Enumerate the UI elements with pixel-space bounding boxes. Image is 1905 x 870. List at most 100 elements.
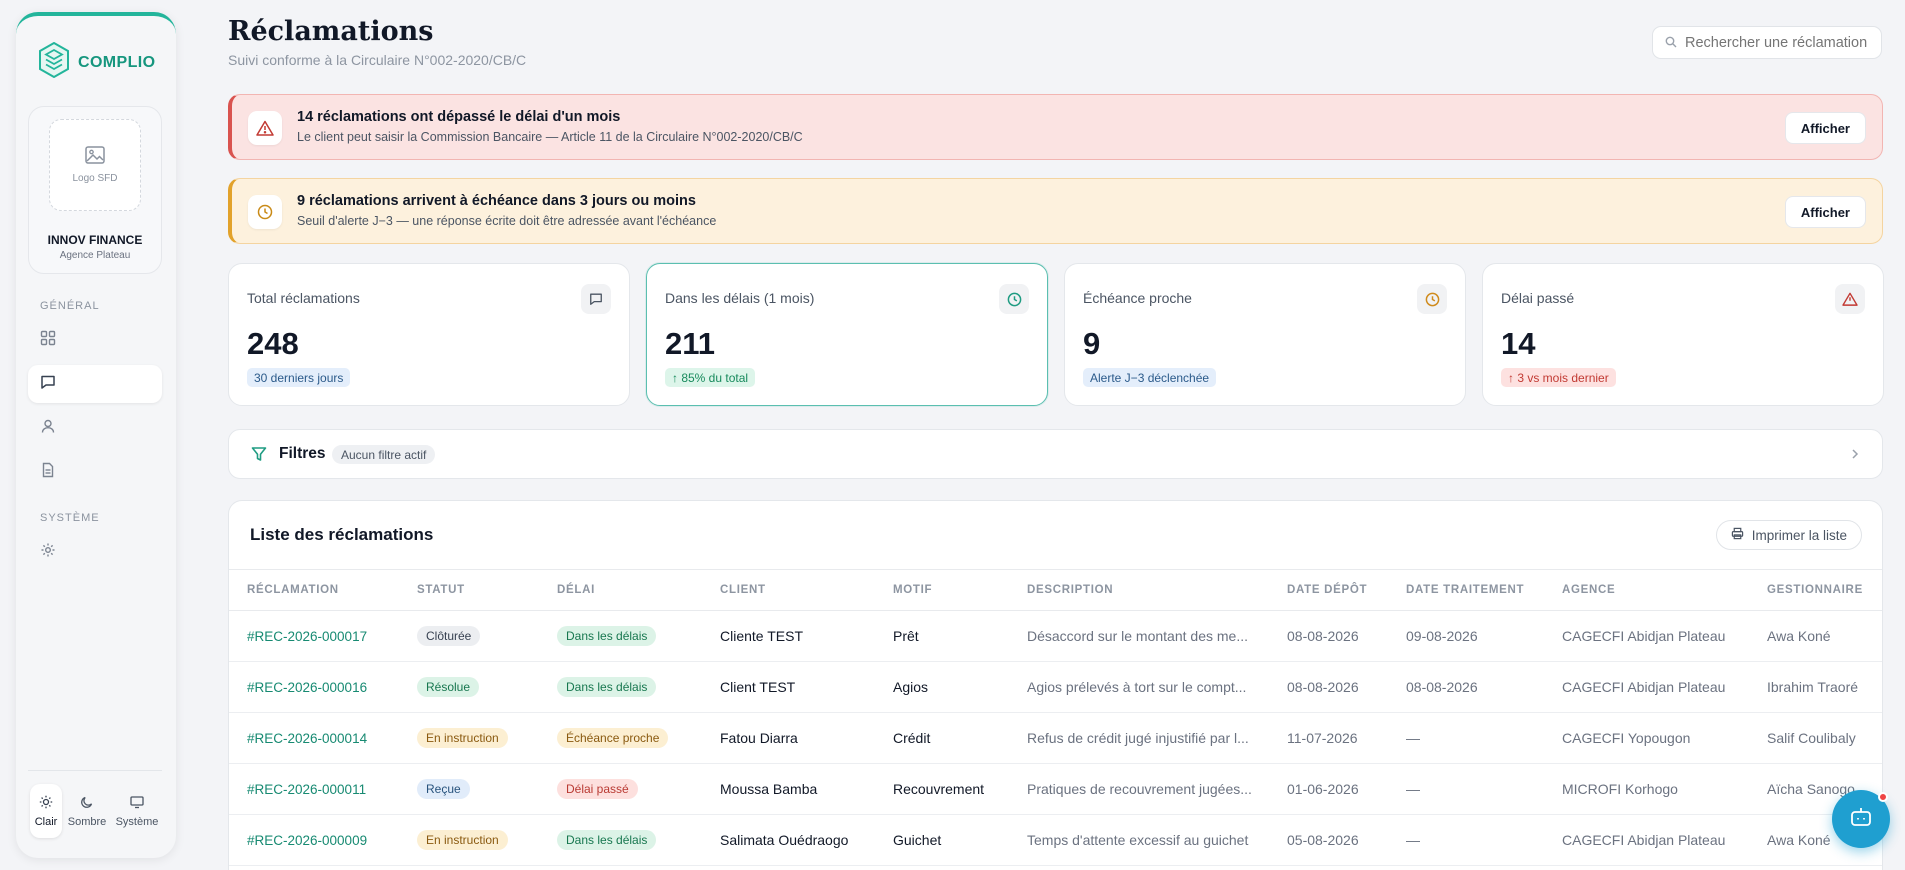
delay-cell: Échéance proche bbox=[539, 712, 702, 764]
reclamation-link[interactable]: #REC-2026-000014 bbox=[229, 712, 399, 764]
due-soon-alert-text: Seuil d'alerte J−3 — une réponse écrite … bbox=[297, 214, 717, 228]
delay-badge: Dans les délais bbox=[557, 830, 657, 850]
description-cell: Pratiques de recouvrement jugées... bbox=[1009, 763, 1269, 815]
filters-bar[interactable]: Filtres Aucun filtre actif bbox=[228, 429, 1883, 479]
gestionnaire-cell: Awa Koné bbox=[1749, 610, 1882, 662]
status-cell: Reçue bbox=[399, 763, 539, 815]
date-traitement-cell: 09-08-2026 bbox=[1388, 610, 1544, 662]
message-icon bbox=[40, 374, 56, 395]
theme-light-label: Clair bbox=[34, 815, 58, 828]
delay-cell: Dans les délais bbox=[539, 661, 702, 713]
clock-icon bbox=[999, 284, 1029, 314]
column-header[interactable]: CLIENT bbox=[702, 569, 875, 611]
column-header[interactable]: DÉLAI bbox=[539, 569, 702, 611]
column-header[interactable]: MOTIF bbox=[875, 569, 1009, 611]
due-soon-show-button[interactable]: Afficher bbox=[1784, 196, 1866, 228]
table-row[interactable]: #REC-2026-000016 Résolue Dans les délais… bbox=[229, 661, 1882, 713]
delay-cell: Délai passé bbox=[539, 763, 702, 815]
delay-badge: Dans les délais bbox=[557, 677, 657, 697]
description-cell: Agios prélevés à tort sur le compt... bbox=[1009, 661, 1269, 713]
column-header[interactable]: RÉCLAMATION bbox=[229, 569, 399, 611]
overdue-alert-text: Le client peut saisir la Commission Banc… bbox=[297, 130, 803, 144]
table-row[interactable]: #REC-2026-000009 En instruction Dans les… bbox=[229, 814, 1882, 866]
warning-icon bbox=[1835, 284, 1865, 314]
search-icon bbox=[1665, 35, 1677, 51]
complio-logo-icon bbox=[38, 41, 70, 83]
description-cell: Refus de crédit jugé injustifié par l... bbox=[1009, 712, 1269, 764]
date-traitement-cell: 08-08-2026 bbox=[1388, 661, 1544, 713]
table-row[interactable]: #REC-2026-000017 Clôturée Dans les délai… bbox=[229, 610, 1882, 662]
stat-note: Alerte J−3 déclenchée bbox=[1083, 368, 1217, 387]
date-traitement-cell: — bbox=[1388, 814, 1544, 866]
date-traitement-cell: — bbox=[1388, 712, 1544, 764]
overdue-show-button[interactable]: Afficher bbox=[1784, 112, 1866, 144]
reclamations-table: RÉCLAMATION STATUT DÉLAI CLIENT MOTIF DE… bbox=[229, 569, 1882, 866]
reclamation-link[interactable]: #REC-2026-000017 bbox=[229, 610, 399, 662]
filter-icon bbox=[251, 446, 267, 467]
motif-cell: Guichet bbox=[875, 814, 1009, 866]
search-box[interactable] bbox=[1652, 26, 1882, 59]
printer-icon bbox=[1731, 527, 1744, 543]
column-header[interactable]: AGENCE bbox=[1544, 569, 1749, 611]
page-subtitle: Suivi conforme à la Circulaire N°002-202… bbox=[228, 52, 527, 68]
column-header[interactable]: DATE TRAITEMENT bbox=[1388, 569, 1544, 611]
section-system-label: SYSTÈME bbox=[40, 512, 100, 524]
motif-cell: Prêt bbox=[875, 610, 1009, 662]
stat-card-on-time[interactable]: Dans les délais (1 mois) 211 ↑ 85% du to… bbox=[646, 263, 1048, 406]
status-cell: En instruction bbox=[399, 814, 539, 866]
due-soon-alert: 9 réclamations arrivent à échéance dans … bbox=[228, 178, 1883, 244]
warning-icon bbox=[248, 111, 282, 145]
overdue-alert-title: 14 réclamations ont dépassé le délai d'u… bbox=[297, 109, 621, 125]
column-header[interactable]: DATE DÉPÔT bbox=[1269, 569, 1388, 611]
column-header[interactable]: DESCRIPTION bbox=[1009, 569, 1269, 611]
sidebar-item-reports[interactable] bbox=[28, 453, 162, 491]
print-list-button[interactable]: Imprimer la liste bbox=[1715, 520, 1862, 550]
stat-note: ↑ 3 vs mois dernier bbox=[1501, 368, 1616, 387]
assistant-button[interactable] bbox=[1832, 790, 1890, 848]
stat-card-total[interactable]: Total réclamations 248 30 derniers jours bbox=[228, 263, 630, 406]
theme-dark-button[interactable]: Sombre bbox=[62, 784, 112, 838]
date-traitement-cell: — bbox=[1388, 763, 1544, 815]
logo-upload[interactable]: Logo SFD bbox=[49, 119, 141, 211]
theme-system-button[interactable]: Système bbox=[112, 784, 162, 838]
theme-light-button[interactable]: Clair bbox=[30, 784, 62, 838]
status-cell: Clôturée bbox=[399, 610, 539, 662]
gestionnaire-cell: Ibrahim Traoré bbox=[1749, 661, 1882, 713]
page-title: Réclamations bbox=[228, 16, 434, 47]
sidebar-item-dashboard[interactable] bbox=[28, 321, 162, 359]
organization-name: INNOV FINANCE bbox=[47, 233, 143, 247]
notification-dot bbox=[1878, 792, 1888, 802]
stat-card-due-soon[interactable]: Échéance proche 9 Alerte J−3 déclenchée bbox=[1064, 263, 1466, 406]
sidebar-item-clients[interactable] bbox=[28, 409, 162, 447]
status-badge: Reçue bbox=[417, 779, 470, 799]
due-soon-alert-title: 9 réclamations arrivent à échéance dans … bbox=[297, 193, 696, 209]
section-general-label: GÉNÉRAL bbox=[40, 300, 100, 312]
reclamation-link[interactable]: #REC-2026-000016 bbox=[229, 661, 399, 713]
theme-system-label: Système bbox=[115, 815, 159, 828]
table-row[interactable]: #REC-2026-000014 En instruction Échéance… bbox=[229, 712, 1882, 764]
reclamation-link[interactable]: #REC-2026-000009 bbox=[229, 814, 399, 866]
document-icon bbox=[40, 462, 56, 483]
motif-cell: Agios bbox=[875, 661, 1009, 713]
theme-switcher: Clair Sombre Système bbox=[30, 784, 162, 838]
reclamation-link[interactable]: #REC-2026-000011 bbox=[229, 763, 399, 815]
user-icon bbox=[40, 418, 56, 439]
filters-status-badge: Aucun filtre actif bbox=[332, 445, 436, 464]
delay-cell: Dans les délais bbox=[539, 814, 702, 866]
sidebar-item-reclamations[interactable] bbox=[28, 365, 162, 403]
column-header[interactable]: GESTIONNAIRE bbox=[1749, 569, 1882, 611]
date-depot-cell: 01-06-2026 bbox=[1269, 763, 1388, 815]
sun-icon bbox=[39, 795, 53, 812]
chevron-right-icon[interactable] bbox=[1850, 447, 1860, 466]
client-cell: Cliente TEST bbox=[702, 610, 875, 662]
search-input[interactable] bbox=[1685, 34, 1875, 51]
stat-card-overdue[interactable]: Délai passé 14 ↑ 3 vs mois dernier bbox=[1482, 263, 1884, 406]
status-cell: En instruction bbox=[399, 712, 539, 764]
table-row[interactable]: #REC-2026-000011 Reçue Délai passé Mouss… bbox=[229, 763, 1882, 815]
column-header[interactable]: STATUT bbox=[399, 569, 539, 611]
sidebar-item-settings[interactable] bbox=[28, 533, 162, 571]
date-depot-cell: 08-08-2026 bbox=[1269, 610, 1388, 662]
theme-dark-label: Sombre bbox=[67, 815, 107, 828]
brand[interactable]: COMPLIO bbox=[38, 41, 155, 83]
motif-cell: Recouvrement bbox=[875, 763, 1009, 815]
